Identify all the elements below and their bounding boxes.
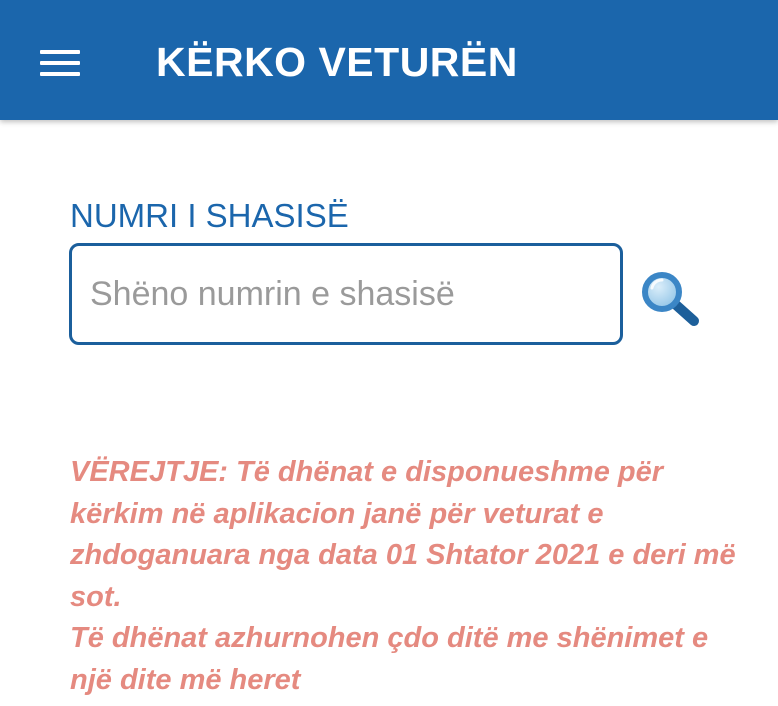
search-field-container (69, 243, 623, 345)
page-title: KËRKO VETURËN (156, 39, 518, 85)
chassis-number-input[interactable] (90, 246, 610, 342)
chassis-number-label: NUMRI I SHASISË (70, 197, 349, 234)
notice-text: VËREJTJE: Të dhënat e disponueshme për k… (70, 452, 750, 701)
notice-paragraph-availability: VËREJTJE: Të dhënat e disponueshme për k… (70, 456, 736, 613)
search-button[interactable] (636, 268, 702, 330)
app-bar: KËRKO VETURËN (0, 0, 778, 120)
menu-button[interactable] (36, 44, 84, 80)
search-icon (642, 272, 699, 326)
notice-paragraph-update: Të dhënat azhurnohen çdo ditë me shënime… (70, 622, 709, 696)
